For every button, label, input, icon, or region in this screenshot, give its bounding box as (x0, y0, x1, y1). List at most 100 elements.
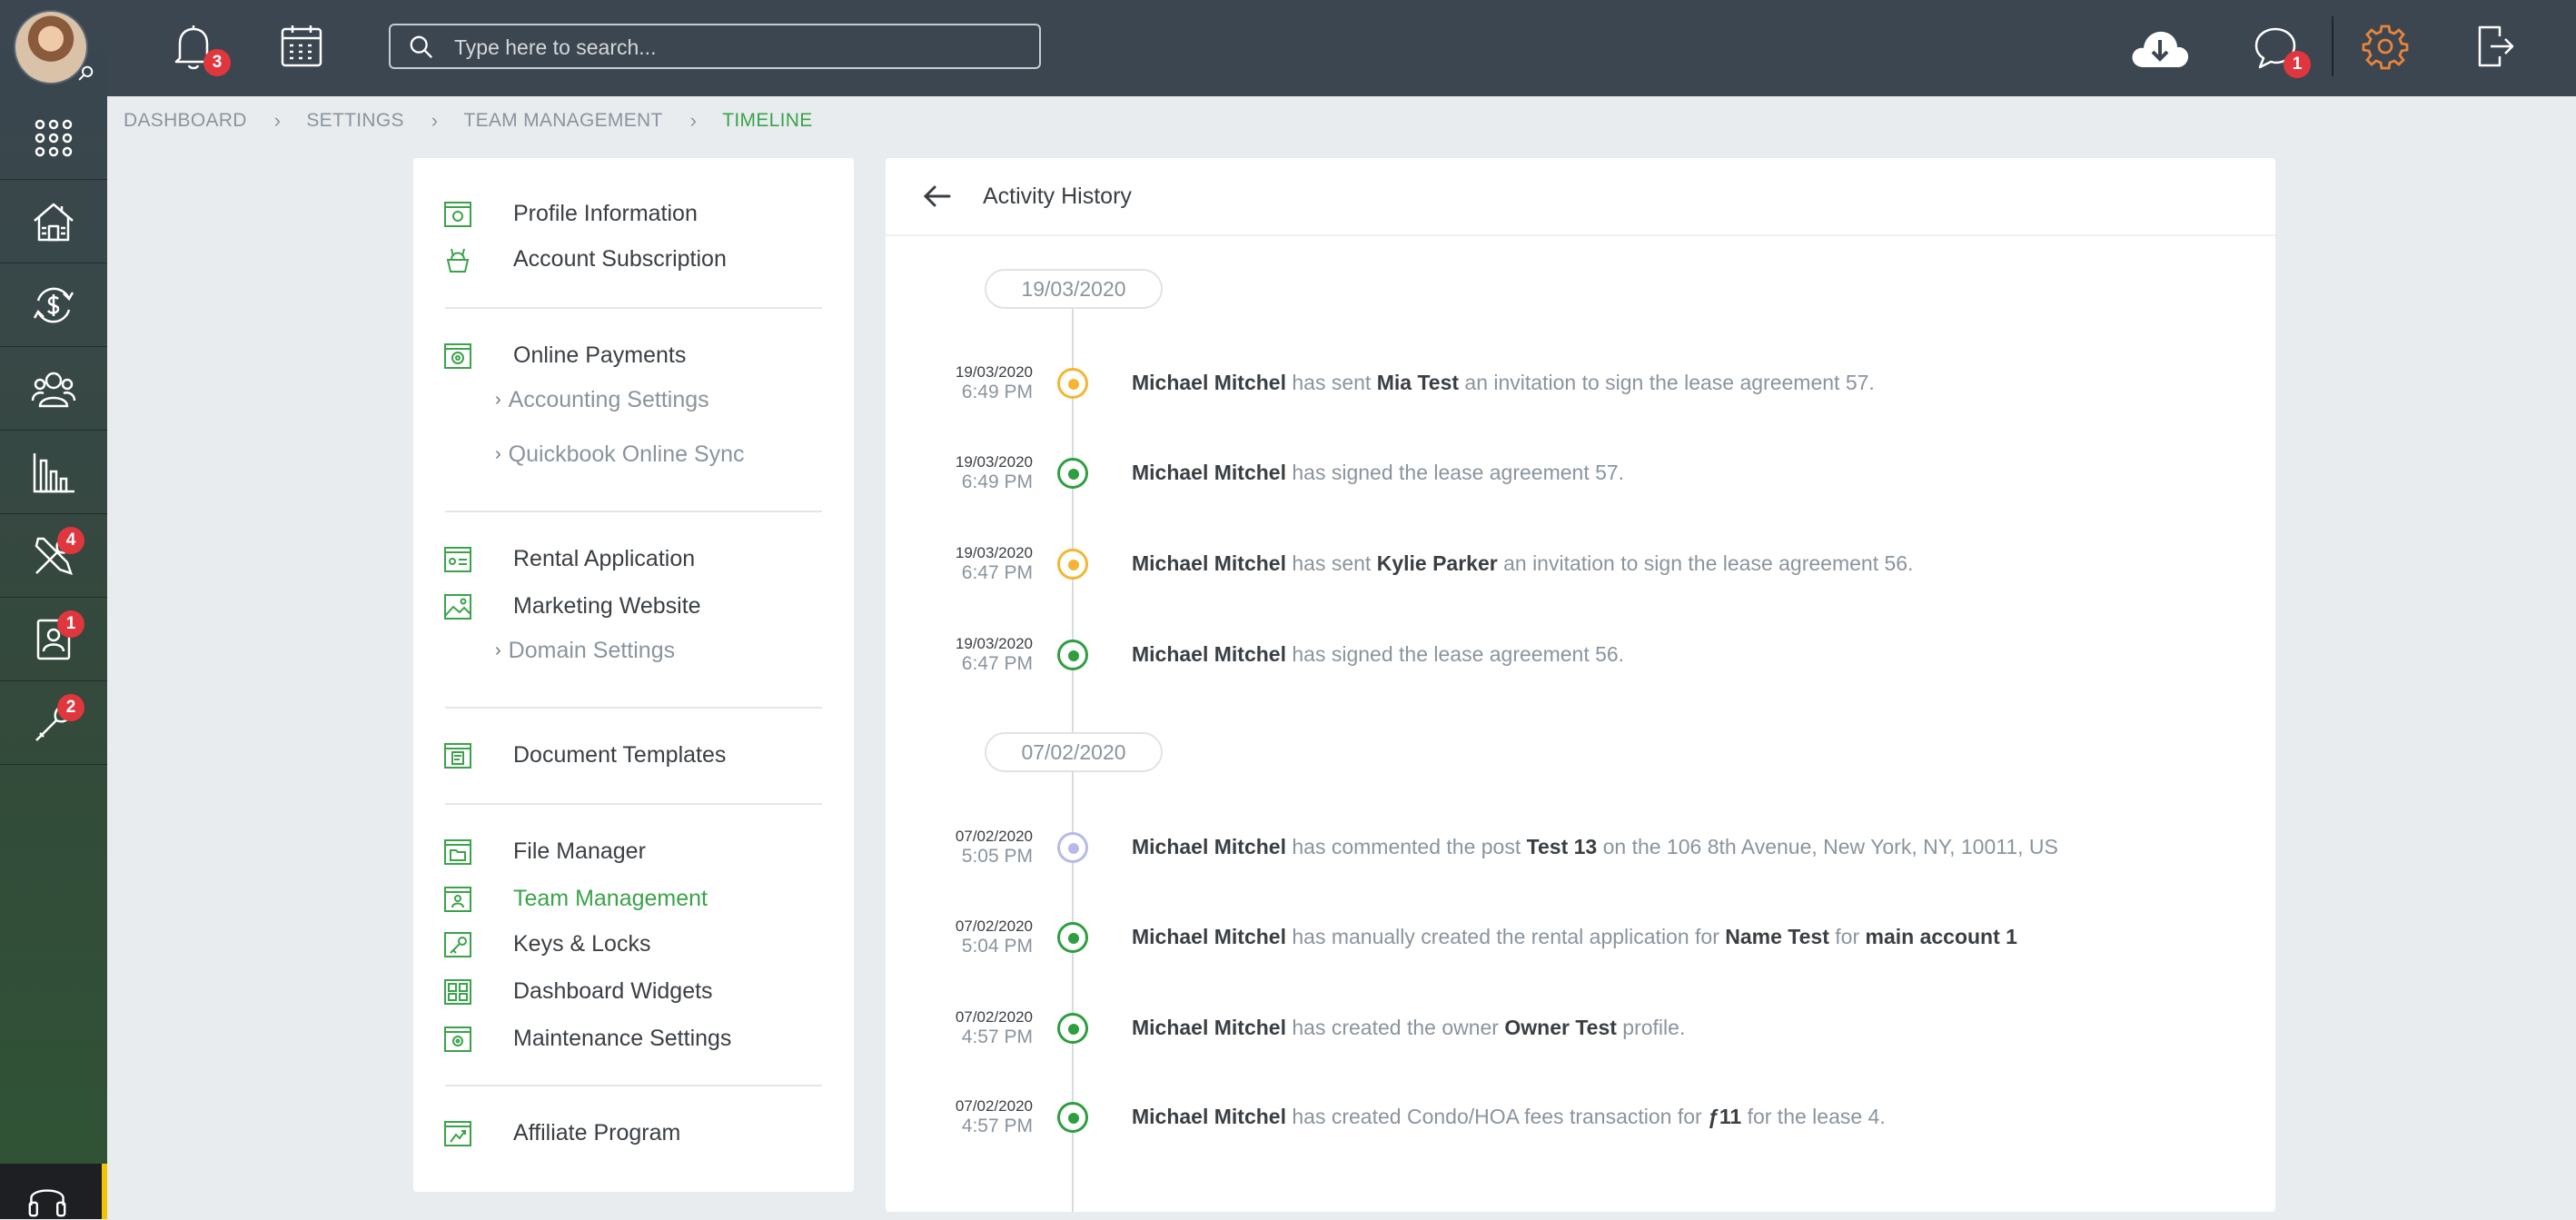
timeline-entry: 19/03/2020 6:47 PM Michael Mitchel has s… (955, 635, 1625, 674)
menu-affiliate-program[interactable]: Affiliate Program (442, 1117, 680, 1148)
activity-history-panel: Activity History 19/03/2020 19/03/2020 6… (886, 158, 2275, 1212)
notifications-button[interactable]: 3 (171, 22, 231, 76)
sidebar-item-reports[interactable] (0, 431, 107, 514)
status-dot (1057, 368, 1088, 399)
entry-text: Michael Mitchel has sent Kylie Parker an… (1132, 551, 1914, 575)
menu-divider (445, 511, 822, 512)
entry-text: Michael Mitchel has signed the lease agr… (1132, 642, 1625, 666)
basket-icon (446, 248, 470, 273)
menu-divider (445, 707, 822, 709)
users-icon (31, 372, 76, 407)
status-dot (1057, 1102, 1088, 1133)
entry-text: Michael Mitchel has commented the post T… (1132, 835, 2058, 858)
chevron-right-icon: › (273, 109, 282, 132)
status-dot (1057, 549, 1088, 580)
date-separator: 07/02/2020 (985, 732, 1163, 772)
back-arrow-icon[interactable] (922, 182, 953, 211)
menu-divider (445, 803, 822, 805)
status-dot (1057, 922, 1088, 953)
sidebar-item-tenant[interactable]: 1 (0, 598, 107, 681)
search-icon (410, 35, 433, 59)
menu-domain-settings[interactable]: › Domain Settings (495, 638, 675, 664)
calendar-button[interactable] (280, 24, 323, 69)
logout-button[interactable] (2476, 24, 2514, 69)
status-dot (1057, 640, 1088, 670)
search-box[interactable] (389, 24, 1041, 69)
menu-divider (445, 307, 822, 309)
entry-text: Michael Mitchel has manually created the… (1132, 925, 2017, 948)
menu-document-templates[interactable]: Document Templates (442, 739, 726, 770)
sidebar-item-tools[interactable]: 4 (0, 514, 107, 598)
bar-chart-icon (33, 452, 74, 492)
timeline-entry: 07/02/2020 4:57 PM Michael Mitchel has c… (955, 1008, 1686, 1047)
menu-online-payments[interactable]: Online Payments (442, 340, 686, 371)
date-separator: 19/03/2020 (985, 269, 1163, 309)
breadcrumb-timeline: TIMELINE (722, 110, 813, 131)
team-icon (444, 887, 471, 912)
profile-icon (444, 202, 471, 227)
status-dot (1057, 1013, 1088, 1044)
messages-button[interactable]: 1 (2253, 25, 2311, 78)
sidebar-item-finance[interactable] (0, 263, 107, 347)
timeline-entry: 07/02/2020 5:05 PM Michael Mitchel has c… (955, 828, 2058, 867)
menu-account-subscription[interactable]: Account Subscription (442, 243, 727, 274)
timeline-entry: 19/03/2020 6:49 PM Michael Mitchel has s… (955, 453, 1625, 492)
chevron-right-icon: › (495, 390, 501, 410)
timeline-entry: 19/03/2020 6:47 PM Michael Mitchel has s… (955, 544, 1914, 583)
widgets-icon (444, 979, 471, 1005)
sidebar-item-people[interactable] (0, 347, 107, 431)
settings-button[interactable] (2362, 23, 2409, 70)
headset-icon (28, 1189, 66, 1217)
breadcrumb-settings[interactable]: SETTINGS (306, 110, 403, 132)
house-icon (34, 203, 74, 241)
apps-grid-icon (35, 119, 73, 156)
sidebar-item-apps[interactable] (0, 96, 107, 180)
menu-dashboard-widgets[interactable]: Dashboard Widgets (442, 976, 713, 1007)
calendar-icon (281, 25, 322, 67)
document-icon (444, 743, 471, 769)
menu-quickbook-online-sync[interactable]: › Quickbook Online Sync (495, 441, 745, 468)
chevron-right-icon: › (689, 109, 698, 132)
menu-marketing-website[interactable]: Marketing Website (442, 590, 701, 621)
main-sidebar: ⚲ 4 1 2 (0, 0, 107, 1219)
menu-divider (445, 1085, 822, 1086)
cloud-download-icon (2132, 31, 2189, 67)
menu-profile-information[interactable]: Profile Information (442, 198, 698, 229)
chevron-right-icon: › (431, 109, 439, 132)
chevron-right-icon: › (495, 640, 501, 660)
activity-header: Activity History (886, 158, 2275, 236)
tenant-badge: 1 (57, 610, 84, 638)
payments-icon (444, 343, 471, 369)
breadcrumb-dashboard[interactable]: DASHBOARD (124, 110, 247, 132)
maintenance-badge: 2 (57, 694, 84, 721)
sidebar-item-maintenance[interactable]: 2 (0, 681, 107, 765)
logout-icon (2478, 25, 2514, 67)
key-icon (444, 932, 471, 957)
gear-icon (2362, 25, 2409, 70)
topbar-divider (2332, 16, 2333, 76)
menu-maintenance-settings[interactable]: Maintenance Settings (442, 1023, 731, 1054)
maintenance-gear-icon (444, 1027, 471, 1052)
affiliate-icon (444, 1121, 471, 1146)
menu-accounting-settings[interactable]: › Accounting Settings (495, 387, 709, 413)
folder-icon (444, 839, 471, 865)
menu-keys-locks[interactable]: Keys & Locks (442, 928, 650, 959)
support-button[interactable] (0, 1164, 107, 1219)
breadcrumb-team-management[interactable]: TEAM MANAGEMENT (463, 110, 662, 132)
search-input[interactable] (452, 31, 1019, 64)
chevron-right-icon: › (495, 444, 501, 464)
timeline-entry: 07/02/2020 5:04 PM Michael Mitchel has m… (955, 917, 2017, 957)
settings-menu: Profile Information Account Subscription… (413, 158, 854, 1192)
sidebar-item-properties[interactable] (0, 180, 107, 263)
download-button[interactable] (2129, 27, 2191, 69)
tools-badge: 4 (57, 527, 84, 554)
messages-badge: 1 (2284, 51, 2311, 78)
money-cycle-icon (33, 287, 74, 322)
menu-file-manager[interactable]: File Manager (442, 836, 646, 867)
menu-rental-application[interactable]: Rental Application (442, 543, 695, 574)
status-dot (1057, 832, 1088, 863)
timeline-entry: 07/02/2020 4:57 PM Michael Mitchel has c… (955, 1097, 1886, 1136)
menu-team-management[interactable]: Team Management (442, 883, 708, 914)
entry-text: Michael Mitchel has created the owner Ow… (1132, 1016, 1686, 1039)
activity-title: Activity History (983, 183, 1132, 209)
